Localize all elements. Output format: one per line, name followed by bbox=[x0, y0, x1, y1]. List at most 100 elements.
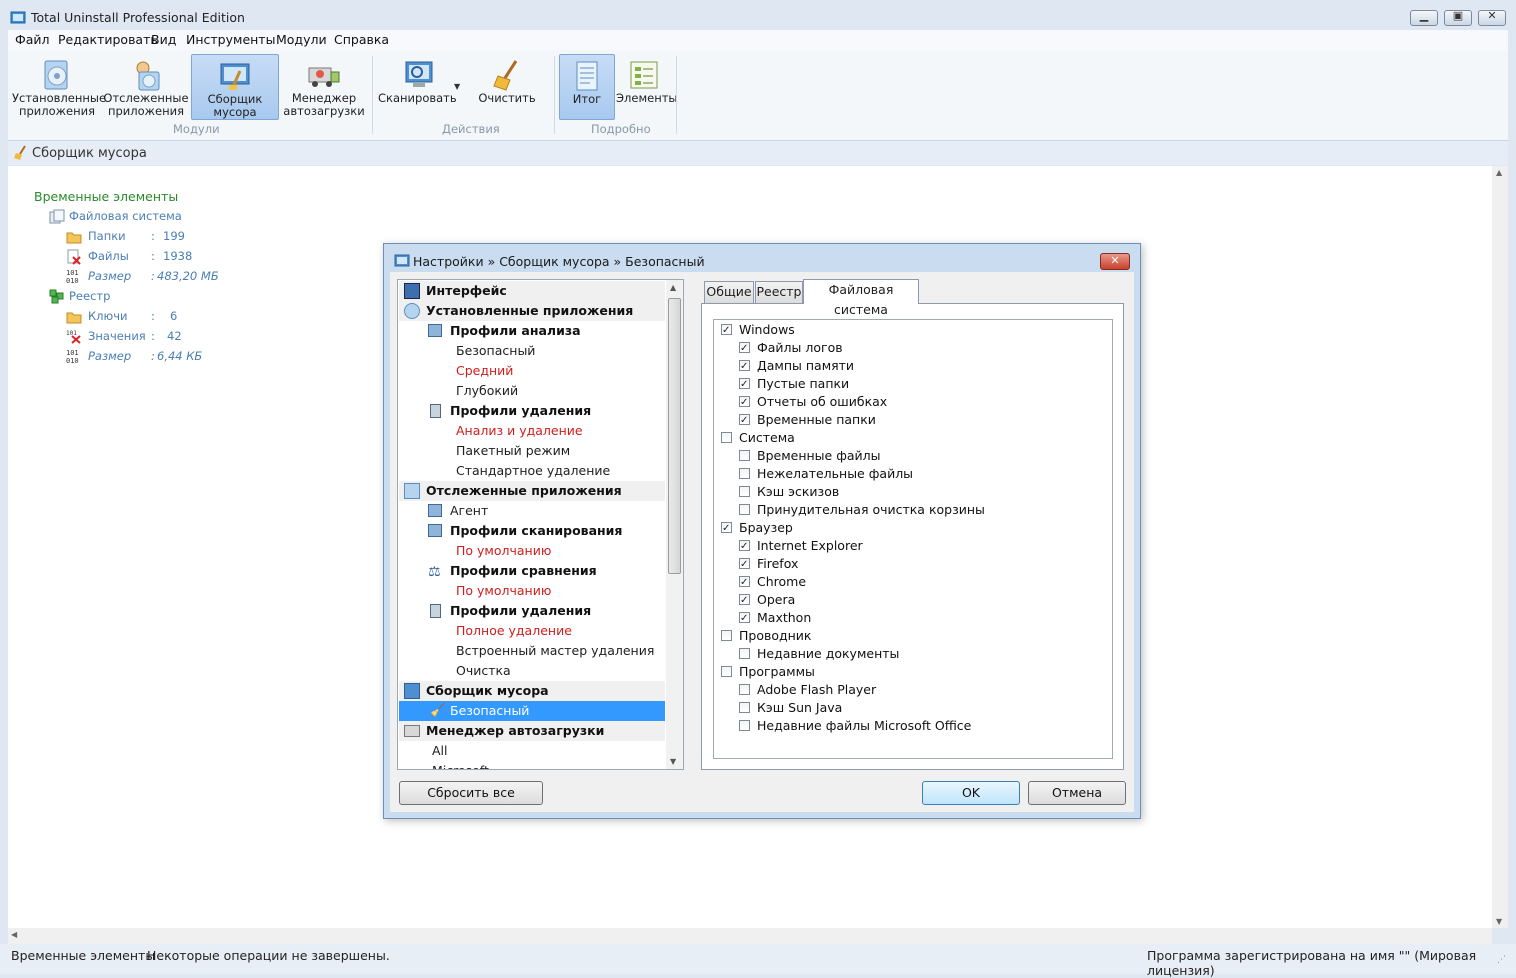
tree-item-compare-profiles[interactable]: ⚖ Профили сравнения bbox=[399, 561, 665, 581]
registry-icon bbox=[49, 289, 64, 304]
menu-help[interactable]: Справка bbox=[334, 32, 389, 47]
key-folder-icon bbox=[66, 312, 82, 324]
option-checkbox[interactable] bbox=[739, 538, 750, 556]
option-checkbox[interactable] bbox=[739, 592, 750, 610]
option-checkbox[interactable] bbox=[739, 468, 750, 479]
option-checkbox[interactable] bbox=[739, 556, 750, 574]
tree-item-installed-apps[interactable]: Установленные приложения bbox=[399, 301, 665, 321]
tree-label: Безопасный bbox=[450, 703, 530, 718]
tree-item-microsoft[interactable]: Microsoft bbox=[399, 761, 665, 769]
scroll-down-icon[interactable]: ▼ bbox=[670, 757, 676, 766]
startup-manager-button[interactable]: Менеджер автозагрузки bbox=[282, 54, 366, 120]
tree-item-junk-safe[interactable]: 🧹 Безопасный bbox=[399, 701, 665, 721]
settings-icon bbox=[394, 254, 410, 267]
tree-item-startup-manager[interactable]: Менеджер автозагрузки bbox=[399, 721, 665, 741]
values-label[interactable]: Значения bbox=[88, 329, 146, 343]
option-checkbox[interactable] bbox=[739, 648, 750, 659]
tree-item-scan-default[interactable]: По умолчанию bbox=[399, 541, 665, 561]
tree-item-builtin-wizard[interactable]: Встроенный мастер удаления bbox=[399, 641, 665, 661]
tree-item-interface[interactable]: Интерфейс bbox=[399, 281, 665, 301]
elements-label: Элементы bbox=[616, 91, 678, 105]
junk-collector-button[interactable]: Сборщик мусора bbox=[191, 54, 279, 120]
option-checkbox[interactable] bbox=[739, 574, 750, 592]
tree-label: Очистка bbox=[456, 663, 511, 678]
tree-item-all[interactable]: All bbox=[399, 741, 665, 761]
option-checkbox[interactable] bbox=[739, 412, 750, 430]
menu-file[interactable]: Файл bbox=[15, 32, 50, 47]
size2-colon: : bbox=[151, 349, 155, 363]
option-checkbox[interactable] bbox=[721, 666, 732, 677]
files-label[interactable]: Файлы bbox=[88, 249, 129, 263]
option-checkbox[interactable] bbox=[739, 450, 750, 461]
tree-item-uninstall-profiles[interactable]: Профили удаления bbox=[399, 401, 665, 421]
cancel-button[interactable]: Отмена bbox=[1028, 781, 1126, 805]
scan-dropdown-icon[interactable]: ▼ bbox=[454, 80, 460, 93]
scroll-left-icon[interactable]: ◀ bbox=[11, 930, 17, 939]
tree-item-compare-default[interactable]: По умолчанию bbox=[399, 581, 665, 601]
resize-grip-icon[interactable]: ⋰ bbox=[1497, 955, 1506, 965]
option-checkbox[interactable] bbox=[739, 486, 750, 497]
tree-item-batch[interactable]: Пакетный режим bbox=[399, 441, 665, 461]
option-checkbox[interactable] bbox=[739, 358, 750, 376]
option-checkbox[interactable] bbox=[739, 376, 750, 394]
option-checkbox[interactable] bbox=[739, 610, 750, 628]
tree-item-tracked-apps[interactable]: Отслеженные приложения bbox=[399, 481, 665, 501]
option-checkbox[interactable] bbox=[739, 394, 750, 412]
keys-label[interactable]: Ключи bbox=[88, 309, 127, 323]
tree-item-medium[interactable]: Средний bbox=[399, 361, 665, 381]
tree-item-cleanup[interactable]: Очистка bbox=[399, 661, 665, 681]
scan-button[interactable]: Сканировать ▼ bbox=[376, 54, 464, 120]
minimize-button[interactable]: ▁ bbox=[1410, 9, 1438, 26]
tree-item-agent[interactable]: Агент bbox=[399, 501, 665, 521]
menu-edit[interactable]: Редактировать bbox=[58, 32, 158, 47]
tree-item-full-uninstall[interactable]: Полное удаление bbox=[399, 621, 665, 641]
folders-label[interactable]: Папки bbox=[88, 229, 126, 243]
size2-value: 6,44 КБ bbox=[157, 349, 203, 363]
results-root[interactable]: Временные элементы bbox=[34, 189, 178, 204]
option-checkbox[interactable] bbox=[721, 520, 732, 538]
tree-item-safe[interactable]: Безопасный bbox=[399, 341, 665, 361]
tree-item-analysis-profiles[interactable]: Профили анализа bbox=[399, 321, 665, 341]
option-checkbox[interactable] bbox=[739, 684, 750, 695]
reset-all-button[interactable]: Сбросить все bbox=[399, 781, 543, 805]
summary-button[interactable]: Итог bbox=[559, 54, 615, 120]
dialog-close-button[interactable]: ✕ bbox=[1100, 253, 1130, 270]
tracked-apps-button[interactable]: Отслеженные приложения bbox=[103, 54, 189, 120]
option-checkbox[interactable] bbox=[721, 630, 732, 641]
installed-apps-button[interactable]: Установленные приложения bbox=[12, 54, 106, 120]
scroll-up-icon[interactable]: ▲ bbox=[1496, 168, 1502, 177]
tab-general[interactable]: Общие bbox=[704, 281, 754, 303]
tracked-apps-icon bbox=[404, 483, 420, 499]
scroll-up-icon[interactable]: ▲ bbox=[670, 283, 676, 292]
option-checkbox[interactable] bbox=[739, 720, 750, 731]
tree-scrollbar-thumb[interactable] bbox=[668, 298, 681, 574]
scroll-down-icon[interactable]: ▼ bbox=[1496, 917, 1502, 926]
option-checkbox[interactable] bbox=[739, 340, 750, 358]
filesystem-node[interactable]: Файловая система bbox=[69, 209, 182, 223]
maximize-button[interactable]: ▣ bbox=[1444, 9, 1472, 26]
tree-item-standard-uninstall[interactable]: Стандартное удаление bbox=[399, 461, 665, 481]
tree-item-analyze-delete[interactable]: Анализ и удаление bbox=[399, 421, 665, 441]
main-horizontal-scrollbar[interactable]: ◀ bbox=[8, 928, 1492, 944]
tree-item-tracked-uninstall-profiles[interactable]: Профили удаления bbox=[399, 601, 665, 621]
registry-node[interactable]: Реестр bbox=[69, 289, 110, 303]
option-checkbox[interactable] bbox=[739, 702, 750, 713]
option-checkbox[interactable] bbox=[721, 322, 732, 340]
menu-view[interactable]: Вид bbox=[151, 32, 176, 47]
folder-icon bbox=[66, 232, 82, 244]
elements-button[interactable]: Элементы bbox=[616, 54, 678, 120]
tab-filesystem[interactable]: Файловая система bbox=[803, 279, 919, 317]
tab-registry[interactable]: Реестр bbox=[755, 281, 803, 303]
menu-modules[interactable]: Модули bbox=[276, 32, 327, 47]
keys-colon: : bbox=[151, 309, 155, 323]
main-vertical-scrollbar[interactable]: ▲ ▼ bbox=[1492, 166, 1508, 928]
clean-button[interactable]: Очистить bbox=[474, 54, 540, 120]
option-checkbox[interactable] bbox=[739, 504, 750, 515]
option-checkbox[interactable] bbox=[721, 432, 732, 443]
tree-item-deep[interactable]: Глубокий bbox=[399, 381, 665, 401]
close-window-button[interactable]: ✕ bbox=[1478, 9, 1506, 26]
tree-item-scan-profiles[interactable]: Профили сканирования bbox=[399, 521, 665, 541]
ok-button[interactable]: OK bbox=[922, 781, 1020, 805]
tree-item-junk-collector[interactable]: Сборщик мусора bbox=[399, 681, 665, 701]
menu-tools[interactable]: Инструменты bbox=[186, 32, 275, 47]
